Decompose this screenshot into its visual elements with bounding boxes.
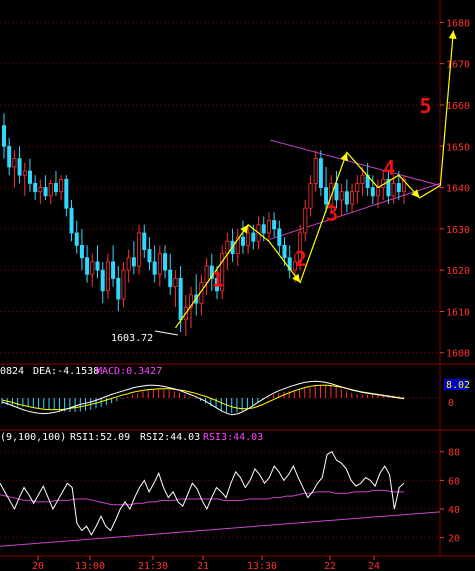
candle-body — [157, 253, 162, 275]
rsi3-label: RSI3:44.03 — [203, 432, 263, 443]
candle-body — [116, 278, 121, 300]
candle-body — [43, 187, 48, 197]
candle-body — [282, 244, 287, 259]
candle-body — [376, 187, 381, 197]
candle-body — [27, 170, 32, 184]
price-tick-label: 1620 — [446, 266, 470, 277]
price-tick-label: 1680 — [446, 18, 470, 29]
candle-body — [7, 145, 12, 168]
candle-body — [308, 183, 313, 209]
candle-body — [168, 269, 173, 288]
rsi1-label: RSI1:52.09 — [70, 432, 130, 443]
x-tick-label: 21 — [197, 561, 209, 571]
low-price-label: 1603.72 — [111, 333, 153, 344]
price-tick-label: 1600 — [446, 349, 470, 360]
candle-body — [33, 183, 38, 193]
candle-body — [59, 178, 64, 193]
x-tick-label: 21:30 — [138, 561, 168, 571]
candle-body — [100, 269, 105, 292]
candle-body — [121, 269, 126, 300]
price-tick-label: 1610 — [446, 307, 470, 318]
candle-body — [111, 261, 116, 279]
candle-body — [69, 207, 74, 234]
candle-body — [360, 174, 365, 184]
chart-background — [0, 0, 475, 571]
candle-body — [391, 183, 396, 197]
candle-body — [173, 278, 178, 288]
x-tick-label: 20 — [32, 561, 44, 571]
candle-body — [142, 232, 147, 250]
rsi2-label: RSI2:44.03 — [140, 432, 200, 443]
candle-body — [350, 191, 355, 205]
candle-body — [152, 261, 157, 275]
candle-body — [339, 191, 344, 201]
candle-body — [22, 170, 27, 176]
rsi-tick-label: 40 — [448, 505, 460, 516]
candle-body — [53, 183, 58, 193]
wave-label: 1 — [212, 268, 224, 292]
wave-label: 5 — [420, 94, 432, 118]
x-tick-label: 13:00 — [75, 561, 105, 571]
candle-body — [355, 183, 360, 193]
price-tick-label: 1640 — [446, 184, 470, 195]
macd-zero-tick: 0 — [448, 398, 454, 409]
rsi-tick-label: 20 — [448, 534, 460, 545]
wave-label: 4 — [383, 156, 395, 180]
candle-body — [303, 207, 308, 234]
candle-body — [126, 257, 131, 271]
stock-chart: 168016701660165016401630162016101600 123… — [0, 0, 475, 571]
wave-label: 2 — [295, 247, 307, 271]
rsi-tick-label: 80 — [448, 448, 460, 459]
x-tick-label: 13:30 — [247, 561, 277, 571]
candle-body — [272, 220, 277, 230]
candle-body — [261, 224, 266, 234]
macd-badge-value: 8.02 — [446, 380, 470, 391]
rsi-params-label: (9,100,100) — [0, 432, 66, 443]
candle-body — [370, 187, 375, 197]
candle-body — [204, 265, 209, 283]
candle-body — [12, 158, 17, 168]
x-tick-label: 22 — [324, 561, 336, 571]
candle-body — [137, 232, 142, 267]
candle-body — [38, 187, 43, 193]
wave-label: 3 — [326, 202, 338, 226]
candle-body — [240, 236, 245, 246]
candle-body — [246, 232, 251, 246]
x-tick-label: 24 — [368, 561, 380, 571]
price-tick-label: 1650 — [446, 142, 470, 153]
candle-body — [344, 191, 349, 205]
macd-value-label: MACD:0.3427 — [96, 366, 162, 377]
candle-body — [79, 244, 84, 259]
candle-body — [318, 158, 323, 188]
candle-body — [266, 220, 271, 234]
price-tick-label: 1630 — [446, 225, 470, 236]
macd-dea-label: DEA:-4.1538 — [33, 366, 99, 377]
candle-body — [95, 261, 100, 271]
candle-body — [105, 261, 110, 292]
candle-body — [90, 261, 95, 275]
candle-body — [17, 158, 22, 176]
candle-body — [64, 178, 69, 209]
candle-body — [131, 257, 136, 267]
price-tick-label: 1660 — [446, 101, 470, 112]
candle-body — [74, 232, 79, 246]
candle-body — [313, 158, 318, 184]
candle-body — [251, 232, 256, 242]
candle-body — [178, 278, 183, 321]
candle-body — [163, 253, 168, 271]
candle-body — [2, 125, 7, 147]
candle-body — [48, 183, 53, 197]
rsi-tick-label: 60 — [448, 476, 460, 487]
candle-body — [277, 228, 282, 246]
candle-body — [147, 249, 152, 263]
macd-dif-label: 0824 — [0, 366, 24, 377]
candle-body — [85, 257, 90, 275]
candle-body — [396, 183, 401, 193]
